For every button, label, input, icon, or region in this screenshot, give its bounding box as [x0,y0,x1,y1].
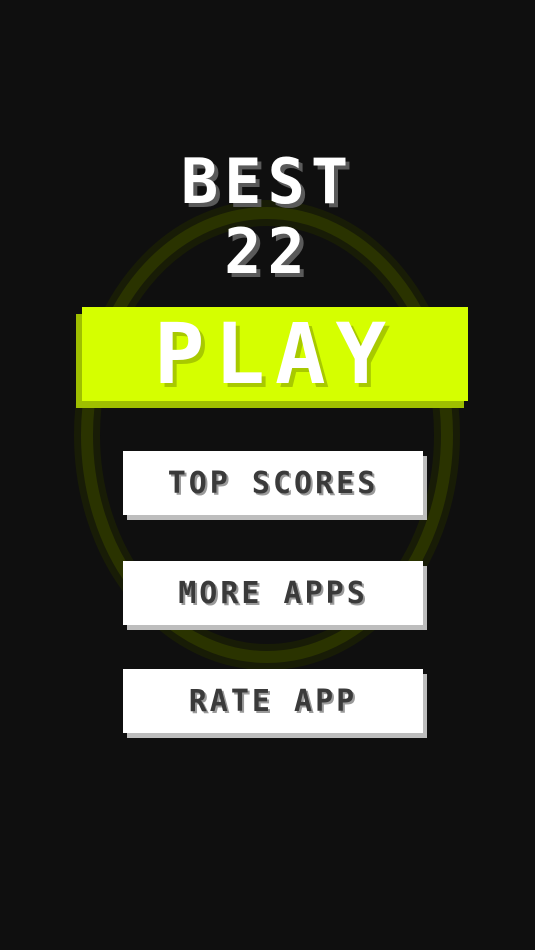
top-scores-button[interactable]: TOP SCORES [123,451,423,515]
rate-app-button[interactable]: RATE APP [123,669,423,733]
main-menu-screen: BEST 22 PLAY TOP SCORES MORE APPS RATE A… [0,0,535,950]
best-score-label: BEST [180,145,355,218]
play-button-label: PLAY [153,305,397,403]
top-scores-label: TOP SCORES [167,465,379,501]
best-score-value: 22 [224,215,311,288]
play-button[interactable]: PLAY [82,307,468,401]
more-apps-label: MORE APPS [178,575,368,611]
more-apps-button[interactable]: MORE APPS [123,561,423,625]
rate-app-label: RATE APP [188,683,358,719]
